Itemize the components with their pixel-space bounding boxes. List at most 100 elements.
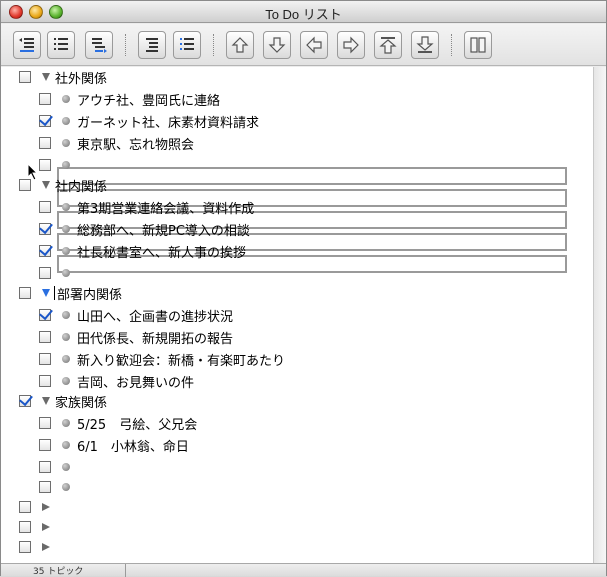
todo-outline[interactable]: 社外関係アウチ社、豊岡氏に連絡ガーネット社、床素材資料請求 東京駅、忘れ物照会社内… xyxy=(1,67,593,563)
move-to-top-button[interactable] xyxy=(374,31,402,59)
todo-row[interactable]: 田代係長、新規開拓の報告 xyxy=(39,327,233,347)
done-checkbox[interactable] xyxy=(19,287,31,299)
collapsed-row[interactable] xyxy=(19,497,57,517)
move-to-top-icon xyxy=(379,37,397,54)
window-title: To Do リスト xyxy=(265,7,342,22)
bullet-icon xyxy=(62,117,70,125)
done-checkbox[interactable] xyxy=(39,223,51,235)
done-checkbox[interactable] xyxy=(39,267,51,279)
done-checkbox[interactable] xyxy=(39,353,51,365)
disclosure-collapsed-icon[interactable] xyxy=(42,523,50,531)
disclosure-expanded-icon[interactable] xyxy=(42,397,50,405)
todo-label[interactable]: アウチ社、豊岡氏に連絡 xyxy=(77,90,220,109)
disclosure-expanded-icon[interactable] xyxy=(42,181,50,189)
done-checkbox[interactable] xyxy=(39,245,51,257)
todo-row[interactable]: 社長秘書室へ、新人事の挨拶 xyxy=(39,241,246,261)
todo-row[interactable]: 6/1 小林翁、命日 xyxy=(39,435,189,455)
todo-row[interactable] xyxy=(39,263,77,283)
list-icon xyxy=(54,38,68,50)
todo-label[interactable]: 第3期営業連絡会議、資料作成 xyxy=(77,198,254,217)
todo-row[interactable] xyxy=(39,155,77,175)
group-label[interactable]: 部署内関係 xyxy=(57,284,122,303)
toolbar xyxy=(1,24,606,66)
done-checkbox[interactable] xyxy=(39,461,51,473)
done-checkbox[interactable] xyxy=(19,395,31,407)
disclosure-collapsed-icon[interactable] xyxy=(42,543,50,551)
bullet-icon xyxy=(62,269,70,277)
todo-row[interactable]: 第3期営業連絡会議、資料作成 xyxy=(39,197,254,217)
move-down-button[interactable] xyxy=(263,31,291,59)
done-checkbox[interactable] xyxy=(39,201,51,213)
outdent-left-icon xyxy=(19,38,34,52)
collapse-all-button[interactable] xyxy=(173,31,201,59)
todo-row[interactable]: 新入り歓迎会：新橋・有楽町あたり xyxy=(39,349,285,369)
group-label[interactable]: 社内関係 xyxy=(55,176,107,195)
bullet-icon xyxy=(62,483,70,491)
todo-label[interactable]: 新入り歓迎会：新橋・有楽町あたり xyxy=(77,350,285,369)
move-to-bottom-button[interactable] xyxy=(411,31,439,59)
todo-label[interactable]: 6/1 小林翁、命日 xyxy=(77,436,189,455)
bullet-icon xyxy=(62,377,70,385)
todo-label[interactable]: ガーネット社、床素材資料請求 xyxy=(77,112,259,131)
group-row[interactable]: 社外関係 xyxy=(19,67,107,87)
drag-ghost xyxy=(57,167,567,185)
status-bar: 35 トピック xyxy=(1,563,606,577)
group-label[interactable]: 家族関係 xyxy=(55,392,107,411)
done-checkbox[interactable] xyxy=(39,309,51,321)
todo-row[interactable] xyxy=(39,477,77,497)
move-left-button[interactable] xyxy=(300,31,328,59)
todo-label[interactable]: 吉岡、お見舞いの件 xyxy=(77,372,194,391)
todo-row[interactable]: 山田へ、企画書の進捗状況 xyxy=(39,305,233,325)
title-bar[interactable]: To Do リスト xyxy=(1,1,606,23)
done-checkbox[interactable] xyxy=(19,501,31,513)
done-checkbox[interactable] xyxy=(39,375,51,387)
todo-row[interactable]: 5/25 弓絵、父兄会 xyxy=(39,413,197,433)
bullet-icon xyxy=(62,441,70,449)
bullet-icon xyxy=(62,355,70,363)
todo-label[interactable]: 総務部へ、新規PC導入の相談 xyxy=(77,220,250,239)
todo-label[interactable]: 5/25 弓絵、父兄会 xyxy=(77,414,197,433)
move-up-button[interactable] xyxy=(226,31,254,59)
toolbar-separator xyxy=(451,34,452,56)
text-caret xyxy=(54,286,55,300)
done-checkbox[interactable] xyxy=(39,137,51,149)
indent-right-icon xyxy=(92,38,107,53)
done-checkbox[interactable] xyxy=(19,71,31,83)
todo-label[interactable]: 田代係長、新規開拓の報告 xyxy=(77,328,233,347)
indent-button[interactable] xyxy=(85,31,113,59)
bullet-icon xyxy=(62,419,70,427)
todo-label[interactable]: 東京駅、忘れ物照会 xyxy=(77,134,194,153)
done-checkbox[interactable] xyxy=(19,541,31,553)
vertical-scrollbar[interactable] xyxy=(593,67,606,563)
move-right-button[interactable] xyxy=(337,31,365,59)
done-checkbox[interactable] xyxy=(39,331,51,343)
expand-all-button[interactable] xyxy=(138,31,166,59)
collapsed-row[interactable] xyxy=(19,517,57,537)
collapsed-row[interactable] xyxy=(19,537,57,557)
group-row[interactable]: 家族関係 xyxy=(19,391,107,411)
list-button[interactable] xyxy=(47,31,75,59)
group-row[interactable]: 部署内関係 xyxy=(19,283,122,303)
disclosure-expanded-icon[interactable] xyxy=(42,289,50,297)
done-checkbox[interactable] xyxy=(39,115,51,127)
done-checkbox[interactable] xyxy=(39,417,51,429)
outdent-button[interactable] xyxy=(13,31,41,59)
todo-row[interactable]: 東京駅、忘れ物照会 xyxy=(39,133,194,153)
done-checkbox[interactable] xyxy=(39,159,51,171)
todo-label[interactable]: 社長秘書室へ、新人事の挨拶 xyxy=(77,242,246,261)
todo-row[interactable] xyxy=(39,457,77,477)
todo-row[interactable]: アウチ社、豊岡氏に連絡 xyxy=(39,89,220,109)
todo-row[interactable]: ガーネット社、床素材資料請求 xyxy=(39,111,259,131)
columns-button[interactable] xyxy=(464,31,492,59)
arrow-down-icon xyxy=(268,37,286,53)
todo-row[interactable]: 総務部へ、新規PC導入の相談 xyxy=(39,219,250,239)
done-checkbox[interactable] xyxy=(19,521,31,533)
disclosure-collapsed-icon[interactable] xyxy=(42,503,50,511)
group-label[interactable]: 社外関係 xyxy=(55,68,107,87)
todo-row[interactable]: 吉岡、お見舞いの件 xyxy=(39,371,194,391)
done-checkbox[interactable] xyxy=(39,481,51,493)
todo-label[interactable]: 山田へ、企画書の進捗状況 xyxy=(77,306,233,325)
done-checkbox[interactable] xyxy=(39,93,51,105)
disclosure-expanded-icon[interactable] xyxy=(42,73,50,81)
done-checkbox[interactable] xyxy=(39,439,51,451)
